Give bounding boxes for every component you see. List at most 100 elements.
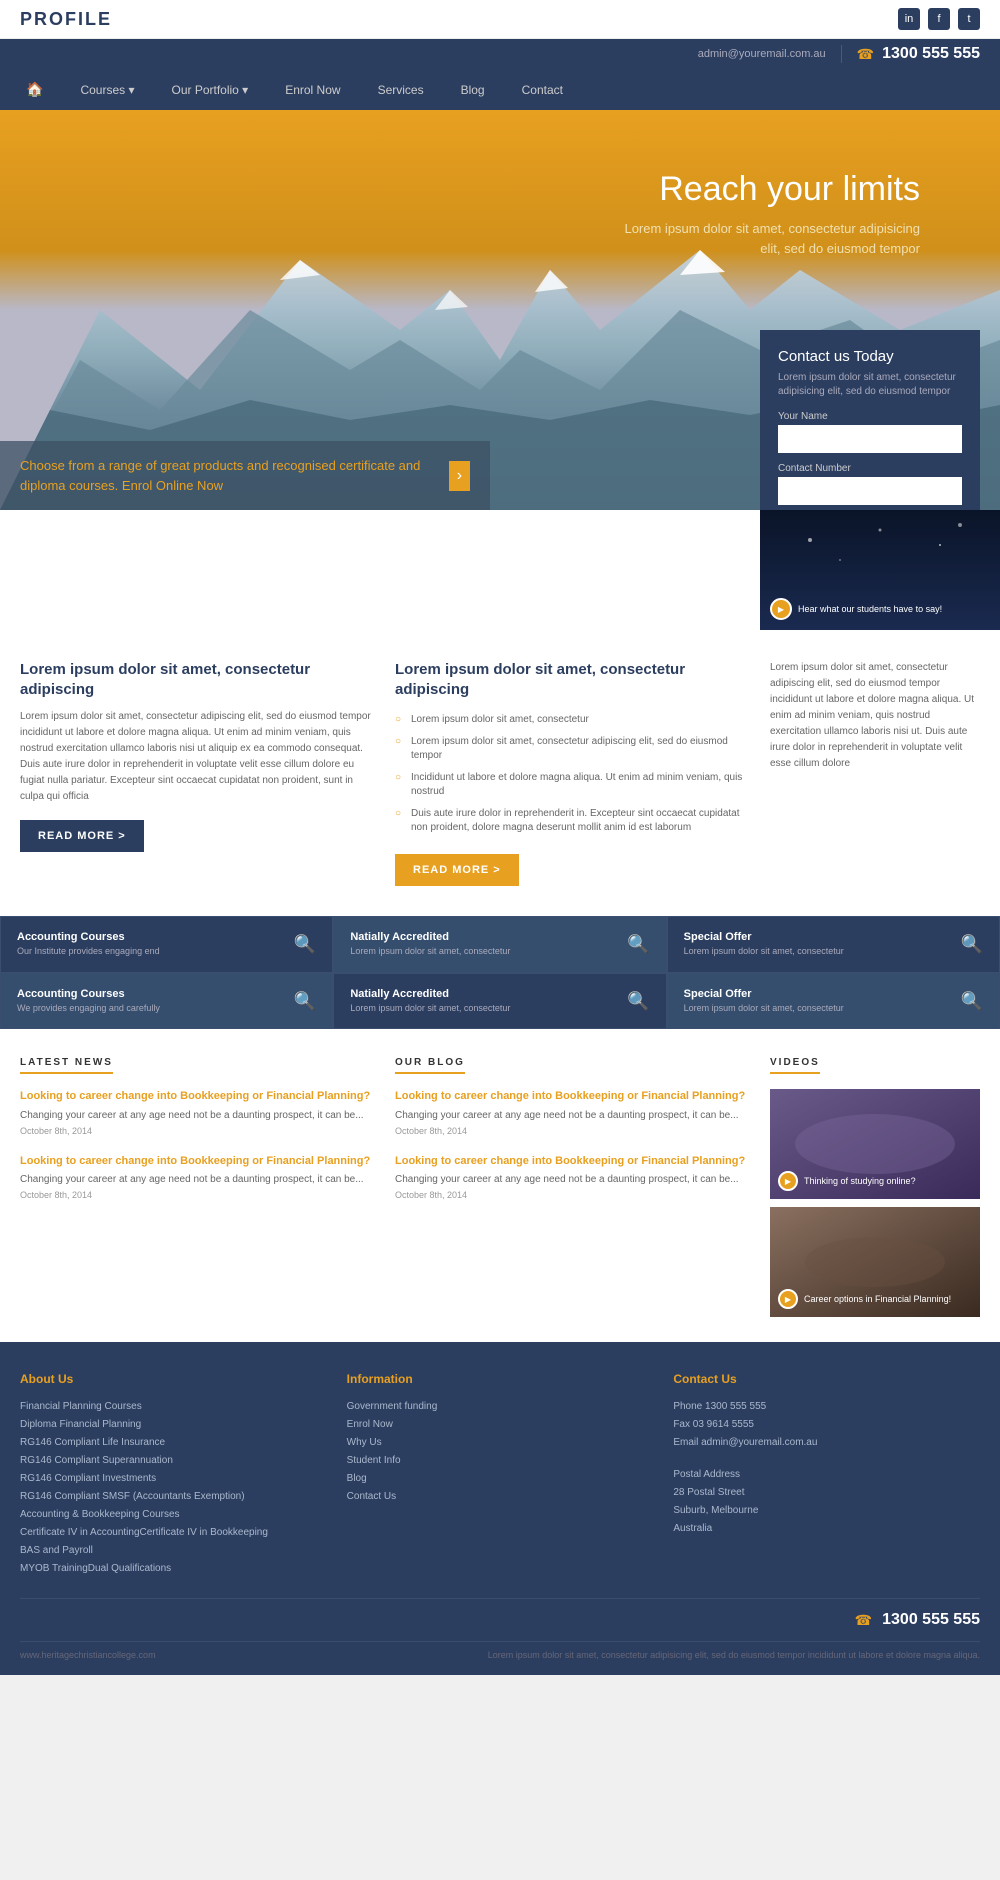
content-section: Lorem ipsum dolor sit amet, consectetur … (0, 630, 1000, 916)
phone-icon: ☎ (857, 46, 874, 63)
footer-info-link[interactable]: Contact Us (347, 1488, 654, 1506)
feature-item-5[interactable]: Natially Accredited Lorem ipsum dolor si… (333, 973, 666, 1030)
read-more-button-1[interactable]: READ MORE > (20, 820, 144, 852)
video-play-button[interactable]: ▶ (770, 598, 792, 620)
read-more-button-2[interactable]: READ MORE > (395, 854, 519, 886)
footer-link[interactable]: MYOB TrainingDual Qualifications (20, 1560, 327, 1578)
footer-website: www.heritagechristiancollege.com (20, 1650, 156, 1660)
contact-phone-input[interactable] (778, 477, 962, 505)
search-icon-3: 🔍 (961, 934, 983, 955)
footer-about-title: About Us (20, 1372, 327, 1386)
video-thumbnail-hero[interactable]: ▶ Hear what our students have to say! (760, 510, 1000, 630)
news-blog-section: LATEST NEWS Looking to career change int… (0, 1029, 1000, 1342)
footer-link[interactable]: RG146 Compliant Investments (20, 1470, 327, 1488)
feature-item-3[interactable]: Special Offer Lorem ipsum dolor sit amet… (667, 916, 1000, 973)
feature-item-6[interactable]: Special Offer Lorem ipsum dolor sit amet… (667, 973, 1000, 1030)
footer-link[interactable]: RG146 Compliant Superannuation (20, 1452, 327, 1470)
footer-link[interactable]: Financial Planning Courses (20, 1398, 327, 1416)
nav-services[interactable]: Services (372, 71, 430, 109)
phone-badge: ☎ 1300 555 555 (841, 45, 980, 63)
news-link-1[interactable]: Looking to career change into Bookkeepin… (20, 1089, 375, 1104)
feature-item-2[interactable]: Natially Accredited Lorem ipsum dolor si… (333, 916, 666, 973)
feature-title-1: Accounting Courses (17, 931, 160, 943)
footer-link[interactable]: Diploma Financial Planning (20, 1416, 327, 1434)
email-text: admin@youremail.com.au (698, 48, 826, 60)
footer-info-link[interactable]: Why Us (347, 1434, 654, 1452)
nav-home[interactable]: 🏠 (20, 69, 49, 110)
logo: PROFILE (20, 9, 112, 30)
footer-phone-icon: ☎ (855, 1612, 872, 1629)
blog-date-1: October 8th, 2014 (395, 1126, 750, 1136)
bullet-list: Lorem ipsum dolor sit amet, consectetur … (395, 709, 750, 839)
feature-item-1[interactable]: Accounting Courses Our Institute provide… (0, 916, 333, 973)
nav-enrol[interactable]: Enrol Now (279, 71, 346, 109)
footer-info-link[interactable]: Student Info (347, 1452, 654, 1470)
content-heading-1: Lorem ipsum dolor sit amet, consectetur … (20, 660, 375, 699)
feature-title-5: Natially Accredited (350, 988, 510, 1000)
search-icon-4: 🔍 (294, 991, 316, 1012)
nav-courses[interactable]: Courses ▾ (74, 71, 140, 109)
phone-number: 1300 555 555 (882, 45, 980, 63)
videos-column: VIDEOS ▶ Thinking of studying online? (770, 1054, 980, 1317)
content-text-1: Lorem ipsum dolor sit amet, consectetur … (20, 709, 375, 805)
blog-item-1: Looking to career change into Bookkeepin… (395, 1089, 750, 1135)
search-icon-2: 🔍 (627, 934, 649, 955)
blog-excerpt-2: Changing your career at any age need not… (395, 1173, 750, 1187)
news-item-2: Looking to career change into Bookkeepin… (20, 1154, 375, 1200)
footer-bottom: www.heritagechristiancollege.com Lorem i… (20, 1641, 980, 1660)
footer-link[interactable]: RG146 Compliant SMSF (Accountants Exempt… (20, 1488, 327, 1506)
search-icon-5: 🔍 (627, 991, 649, 1012)
linkedin-icon[interactable]: in (898, 8, 920, 30)
bullet-item: Incididunt ut labore et dolore magna ali… (395, 767, 750, 803)
feature-desc-5: Lorem ipsum dolor sit amet, consectetur (350, 1003, 510, 1015)
search-icon-6: 🔍 (961, 991, 983, 1012)
video-caption-1: Thinking of studying online? (804, 1176, 916, 1186)
footer-phone-number: 1300 555 555 (882, 1611, 980, 1629)
footer-info-title: Information (347, 1372, 654, 1386)
footer-contact: Contact Us Phone 1300 555 555 Fax 03 961… (673, 1372, 980, 1578)
footer-contact-title: Contact Us (673, 1372, 980, 1386)
video-play-2[interactable]: ▶ (778, 1289, 798, 1309)
footer-info-link[interactable]: Government funding (347, 1398, 654, 1416)
blog-item-2: Looking to career change into Bookkeepin… (395, 1154, 750, 1200)
footer-address3: Australia (673, 1523, 712, 1534)
footer-info-link[interactable]: Enrol Now (347, 1416, 654, 1434)
videos-label: VIDEOS (770, 1057, 820, 1074)
footer-link[interactable]: BAS and Payroll (20, 1542, 327, 1560)
feature-title-4: Accounting Courses (17, 988, 160, 1000)
content-col-3: Lorem ipsum dolor sit amet, consectetur … (770, 660, 980, 886)
nav-blog[interactable]: Blog (455, 71, 491, 109)
content-col-2: Lorem ipsum dolor sit amet, consectetur … (395, 660, 750, 886)
footer-link[interactable]: RG146 Compliant Life Insurance (20, 1434, 327, 1452)
bullet-item: Lorem ipsum dolor sit amet, consectetur (395, 709, 750, 731)
facebook-icon[interactable]: f (928, 8, 950, 30)
feature-item-4[interactable]: Accounting Courses We provides engaging … (0, 973, 333, 1030)
contact-bar: admin@youremail.com.au ☎ 1300 555 555 (0, 39, 1000, 69)
footer-link[interactable]: Certificate IV in AccountingCertificate … (20, 1524, 327, 1542)
hero-banner-text: Choose from a range of great products an… (20, 456, 449, 495)
phone-label: Contact Number (778, 463, 962, 474)
nav-portfolio[interactable]: Our Portfolio ▾ (165, 71, 254, 109)
news-link-2[interactable]: Looking to career change into Bookkeepin… (20, 1154, 375, 1169)
content-text-3: Lorem ipsum dolor sit amet, consectetur … (770, 660, 980, 772)
video-card-1[interactable]: ▶ Thinking of studying online? (770, 1089, 980, 1199)
hero-section: Reach your limits Lorem ipsum dolor sit … (0, 110, 1000, 510)
name-input[interactable] (778, 425, 962, 453)
footer-fax: Fax 03 9614 5555 (673, 1419, 754, 1430)
footer-link[interactable]: Accounting & Bookkeeping Courses (20, 1506, 327, 1524)
video-caption-2: Career options in Financial Planning! (804, 1294, 951, 1304)
video-card-2[interactable]: ▶ Career options in Financial Planning! (770, 1207, 980, 1317)
hero-arrow-button[interactable]: › (449, 461, 470, 491)
footer-info-link[interactable]: Blog (347, 1470, 654, 1488)
bullet-item: Lorem ipsum dolor sit amet, consectetur … (395, 731, 750, 767)
blog-link-1[interactable]: Looking to career change into Bookkeepin… (395, 1089, 750, 1104)
footer-postal-label: Postal Address (673, 1469, 740, 1480)
blog-link-2[interactable]: Looking to career change into Bookkeepin… (395, 1154, 750, 1169)
news-excerpt-2: Changing your career at any age need not… (20, 1173, 375, 1187)
video-play-1[interactable]: ▶ (778, 1171, 798, 1191)
twitter-icon[interactable]: t (958, 8, 980, 30)
blog-label: OUR BLOG (395, 1057, 465, 1074)
nav-contact[interactable]: Contact (516, 71, 569, 109)
news-date-1: October 8th, 2014 (20, 1126, 375, 1136)
top-bar: PROFILE in f t (0, 0, 1000, 39)
